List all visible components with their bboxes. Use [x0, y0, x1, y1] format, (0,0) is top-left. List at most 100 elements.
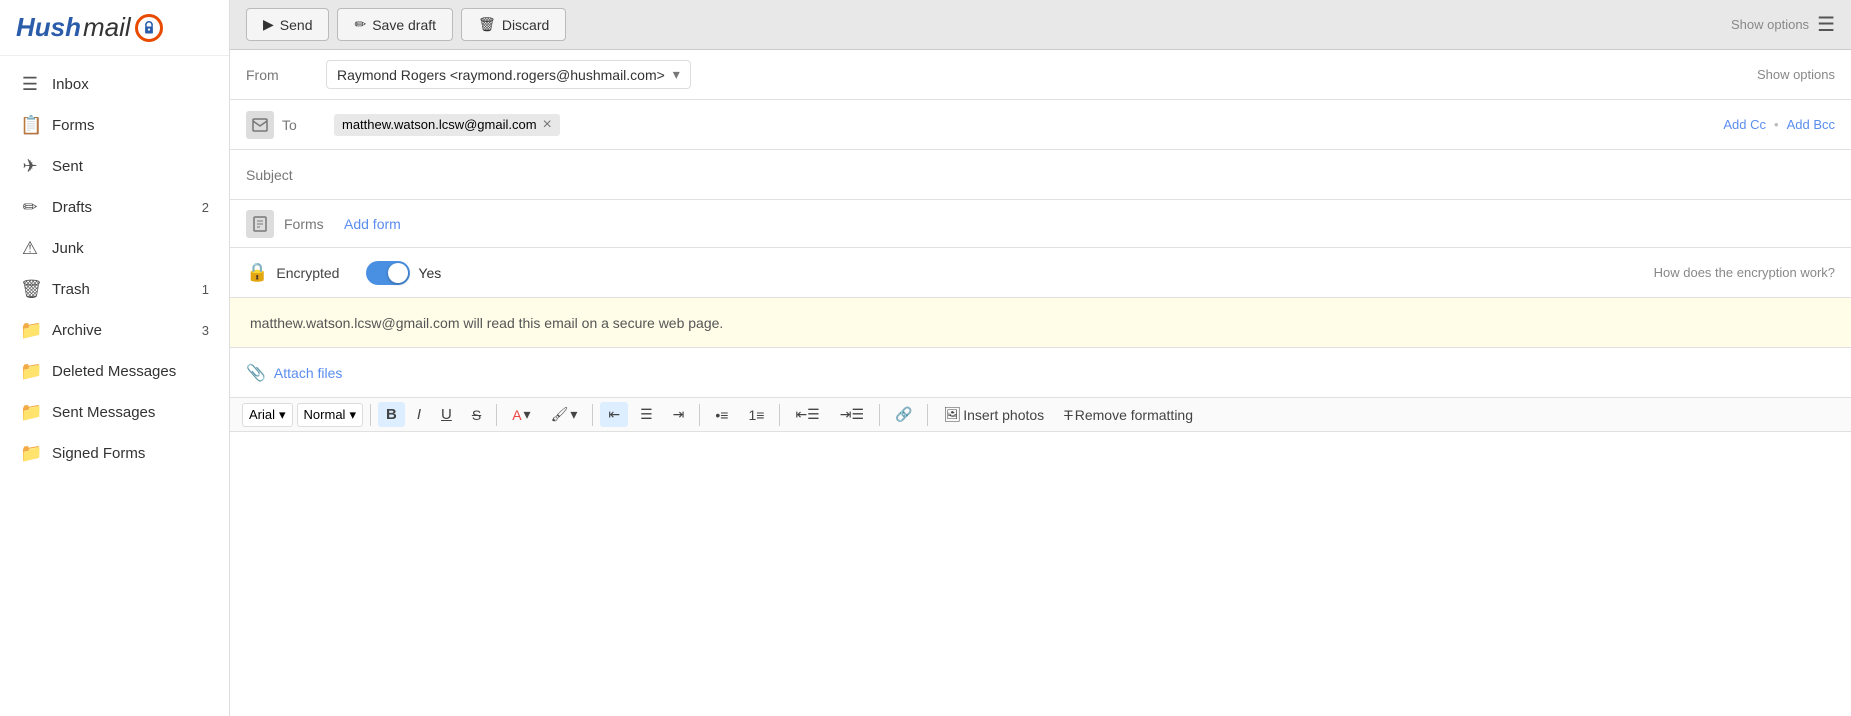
to-label: To: [282, 117, 334, 133]
format-separator-6: [879, 404, 880, 426]
show-options-link-from[interactable]: Show options: [1757, 67, 1835, 82]
remove-formatting-button[interactable]: T Remove formatting: [1056, 403, 1201, 427]
align-left-button[interactable]: ⇤: [600, 402, 628, 427]
size-select[interactable]: Normal ▾: [297, 403, 363, 427]
toggle-knob: [388, 263, 408, 283]
show-options-action: Show options: [1751, 67, 1835, 82]
trash-badge: 1: [202, 282, 209, 297]
forms-field-label: Forms: [284, 216, 344, 232]
sidebar-item-label: Inbox: [52, 76, 209, 93]
sent-messages-icon: 📁: [20, 402, 40, 423]
compose-body[interactable]: [230, 432, 1851, 716]
numbered-list-icon: 1≡: [748, 407, 764, 423]
forms-nav-icon: 📋: [20, 115, 40, 136]
logo-mail: mail: [83, 12, 131, 43]
indent-decrease-button[interactable]: ⇤☰: [787, 402, 827, 427]
sidebar-item-inbox[interactable]: ☰ Inbox: [0, 64, 229, 105]
insert-photos-button[interactable]: 🖼 Insert photos: [935, 402, 1052, 427]
strikethrough-button[interactable]: S: [464, 403, 489, 427]
discard-button[interactable]: 🗑 Discard: [461, 8, 566, 41]
send-button[interactable]: ▶ Send: [246, 8, 329, 41]
remove-recipient-button[interactable]: ×: [543, 117, 552, 133]
archive-badge: 3: [202, 323, 209, 338]
trash-icon: 🗑: [20, 279, 40, 300]
encrypted-label: Encrypted: [276, 265, 366, 281]
trash-btn-icon: 🗑: [478, 16, 496, 33]
align-center-button[interactable]: ☰: [632, 402, 661, 427]
link-button[interactable]: 🔗: [887, 402, 920, 427]
add-bcc-link[interactable]: Add Bcc: [1787, 117, 1835, 132]
align-right-button[interactable]: ⇥: [665, 402, 693, 427]
forms-row: Forms Add form: [230, 200, 1851, 248]
logo[interactable]: Hush mail: [16, 12, 213, 43]
junk-icon: ⚠: [20, 238, 40, 259]
add-cc-link[interactable]: Add Cc: [1723, 117, 1766, 132]
separator: •: [1774, 117, 1779, 132]
sidebar-item-label: Forms: [52, 117, 209, 134]
add-form-link[interactable]: Add form: [344, 216, 401, 232]
text-color-button[interactable]: A ▾: [504, 402, 538, 427]
hamburger-icon[interactable]: ☰: [1817, 12, 1835, 37]
from-select[interactable]: Raymond Rogers <raymond.rogers@hushmail.…: [326, 60, 691, 89]
encryption-notice: matthew.watson.lcsw@gmail.com will read …: [230, 298, 1851, 348]
bg-color-dropdown: ▾: [570, 406, 577, 423]
bullet-list-icon: •≡: [715, 407, 728, 423]
format-separator-3: [592, 404, 593, 426]
show-options-link[interactable]: Show options: [1731, 17, 1809, 32]
how-encryption-link[interactable]: How does the encryption work?: [1654, 265, 1835, 280]
logo-area: Hush mail: [0, 0, 229, 56]
sidebar-item-label: Archive: [52, 322, 190, 339]
compose-toolbar: ▶ Send ✏ Save draft 🗑 Discard Show optio…: [230, 0, 1851, 50]
save-draft-button[interactable]: ✏ Save draft: [337, 8, 453, 41]
to-icon: [246, 111, 274, 139]
attach-files-link[interactable]: Attach files: [274, 365, 342, 381]
toggle-yes-label: Yes: [418, 265, 441, 281]
toggle-container: Yes: [366, 261, 441, 285]
save-draft-label: Save draft: [372, 17, 436, 33]
edit-icon: ✏: [354, 16, 366, 33]
subject-input[interactable]: [326, 167, 1835, 183]
font-select[interactable]: Arial ▾: [242, 403, 293, 427]
indent-increase-button[interactable]: ⇥☰: [832, 402, 872, 427]
sidebar-item-forms[interactable]: 📋 Forms: [0, 105, 229, 146]
sidebar-item-label: Signed Forms: [52, 445, 209, 462]
sidebar-item-drafts[interactable]: ✏ Drafts 2: [0, 187, 229, 228]
from-row: From Raymond Rogers <raymond.rogers@hush…: [230, 50, 1851, 100]
encrypted-toggle[interactable]: [366, 261, 410, 285]
photo-icon: 🖼: [943, 406, 961, 423]
format-separator-4: [699, 404, 700, 426]
sidebar-item-trash[interactable]: 🗑 Trash 1: [0, 269, 229, 310]
encryption-notice-text: matthew.watson.lcsw@gmail.com will read …: [250, 315, 723, 331]
underline-button[interactable]: U: [433, 402, 460, 427]
sidebar-item-archive[interactable]: 📁 Archive 3: [0, 310, 229, 351]
remove-formatting-label: Remove formatting: [1075, 407, 1193, 423]
subject-row: Subject: [230, 150, 1851, 200]
main-content: ▶ Send ✏ Save draft 🗑 Discard Show optio…: [230, 0, 1851, 716]
bullet-list-button[interactable]: •≡: [707, 403, 736, 427]
indent-decrease-icon: ⇤☰: [795, 406, 819, 423]
numbered-list-button[interactable]: 1≡: [740, 403, 772, 427]
sidebar-item-label: Deleted Messages: [52, 363, 209, 380]
subject-label: Subject: [246, 167, 326, 183]
size-dropdown-arrow: ▾: [349, 407, 356, 423]
sidebar-item-label: Sent Messages: [52, 404, 209, 421]
italic-button[interactable]: I: [409, 402, 429, 427]
logo-hush: Hush: [16, 12, 81, 43]
sidebar-item-label: Drafts: [52, 199, 190, 216]
inbox-icon: ☰: [20, 74, 40, 95]
bold-button[interactable]: B: [378, 402, 405, 427]
sidebar-item-deleted[interactable]: 📁 Deleted Messages: [0, 351, 229, 392]
sidebar-item-sent-messages[interactable]: 📁 Sent Messages: [0, 392, 229, 433]
sent-icon: ✈: [20, 156, 40, 177]
signed-forms-icon: 📁: [20, 443, 40, 464]
to-actions: Add Cc • Add Bcc: [1723, 117, 1835, 132]
bg-color-button[interactable]: 🖌 ▾: [543, 402, 586, 427]
from-field-content: Raymond Rogers <raymond.rogers@hushmail.…: [326, 60, 1751, 89]
bg-color-icon: 🖌: [551, 406, 569, 423]
text-color-dropdown: ▾: [524, 406, 531, 423]
sidebar-item-sent[interactable]: ✈ Sent: [0, 146, 229, 187]
sidebar-item-junk[interactable]: ⚠ Junk: [0, 228, 229, 269]
sidebar-item-signed-forms[interactable]: 📁 Signed Forms: [0, 433, 229, 474]
send-icon: ▶: [263, 16, 274, 33]
from-value: Raymond Rogers <raymond.rogers@hushmail.…: [337, 67, 665, 83]
